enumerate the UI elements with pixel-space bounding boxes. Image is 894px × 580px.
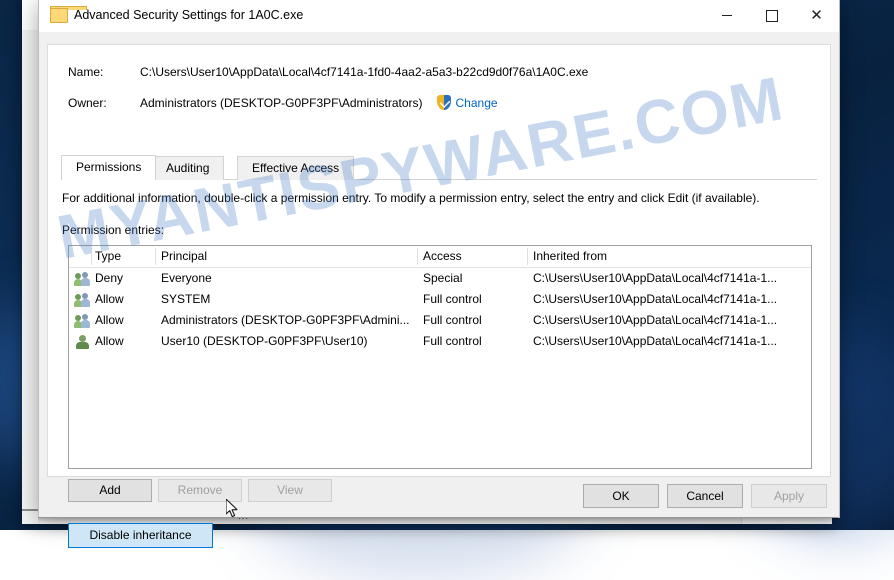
cell-inherited-from: C:\Users\User10\AppData\Local\4cf7141a-1… — [533, 292, 778, 306]
close-icon: ✕ — [810, 6, 823, 24]
tab-auditing[interactable]: Auditing — [151, 156, 225, 180]
cell-principal: SYSTEM — [161, 292, 211, 306]
group-icon — [74, 271, 90, 286]
cell-inherited-from: C:\Users\User10\AppData\Local\4cf7141a-1… — [533, 334, 778, 348]
owner-field-row: Owner: Administrators (DESKTOP-G0PF3PF\A… — [68, 95, 498, 110]
cell-access: Full control — [423, 313, 482, 327]
add-button[interactable]: Add — [68, 479, 152, 502]
folder-icon — [50, 6, 87, 23]
list-header: Type Principal Access Inherited from — [69, 246, 811, 268]
column-header-type[interactable]: Type — [95, 249, 121, 263]
cell-principal: Everyone — [161, 271, 212, 285]
cell-type: Deny — [95, 271, 124, 285]
minimize-button[interactable] — [704, 0, 749, 31]
dialog-body: Name: C:\Users\User10\AppData\Local\4cf7… — [39, 32, 839, 548]
user-icon — [74, 334, 90, 349]
remove-button[interactable]: Remove — [158, 479, 242, 502]
apply-button[interactable]: Apply — [751, 484, 827, 508]
tabstrip: Permissions Auditing Effective Access — [61, 155, 817, 180]
name-value: C:\Users\User10\AppData\Local\4cf7141a-1… — [140, 65, 589, 79]
table-row[interactable]: Allow User10 (DESKTOP-G0PF3PF\User10) Fu… — [69, 331, 811, 352]
column-header-inherited-from[interactable]: Inherited from — [533, 249, 607, 263]
owner-value: Administrators (DESKTOP-G0PF3PF\Administ… — [140, 95, 423, 110]
cell-inherited-from: C:\Users\User10\AppData\Local\4cf7141a-1… — [533, 313, 778, 327]
table-row[interactable]: Allow Administrators (DESKTOP-G0PF3PF\Ad… — [69, 310, 811, 331]
tab-permissions[interactable]: Permissions — [61, 155, 157, 180]
cell-inherited-from: C:\Users\User10\AppData\Local\4cf7141a-1… — [533, 271, 778, 285]
name-label: Name: — [68, 65, 104, 79]
maximize-icon — [765, 9, 778, 22]
group-icon — [74, 313, 90, 328]
cell-access: Special — [423, 271, 463, 285]
permission-entries-label: Permission entries: — [62, 223, 165, 237]
dialog-content-card: Name: C:\Users\User10\AppData\Local\4cf7… — [47, 44, 831, 548]
dialog-titlebar[interactable]: Advanced Security Settings for 1A0C.exe … — [39, 0, 839, 33]
info-text: For additional information, double-click… — [62, 191, 760, 205]
cell-type: Allow — [95, 292, 124, 306]
close-button[interactable]: ✕ — [794, 0, 839, 31]
tab-effective-access[interactable]: Effective Access — [237, 156, 355, 180]
cell-access: Full control — [423, 292, 482, 306]
column-header-access[interactable]: Access — [423, 249, 462, 263]
cell-type: Allow — [95, 313, 124, 327]
cell-type: Allow — [95, 334, 124, 348]
change-owner-link[interactable]: Change — [456, 96, 498, 110]
window-controls: ✕ — [704, 0, 839, 31]
shield-icon — [436, 95, 451, 110]
dialog-shadow — [38, 517, 838, 523]
cell-principal: User10 (DESKTOP-G0PF3PF\User10) — [161, 334, 368, 348]
group-icon — [74, 292, 90, 307]
table-row[interactable]: Allow SYSTEM Full control C:\Users\User1… — [69, 289, 811, 310]
maximize-button[interactable] — [749, 0, 794, 31]
table-row[interactable]: Deny Everyone Special C:\Users\User10\Ap… — [69, 268, 811, 289]
advanced-security-settings-dialog[interactable]: Advanced Security Settings for 1A0C.exe … — [38, 0, 840, 548]
view-button[interactable]: View — [248, 479, 332, 502]
owner-label: Owner: — [68, 95, 107, 110]
disable-inheritance-button[interactable]: Disable inheritance — [68, 523, 213, 548]
window-title: Advanced Security Settings for 1A0C.exe — [74, 8, 304, 22]
permission-entries-list[interactable]: Type Principal Access Inherited from Den… — [68, 245, 812, 469]
name-field-row: Name: C:\Users\User10\AppData\Local\4cf7… — [68, 65, 588, 79]
minimize-icon — [721, 15, 732, 16]
column-header-principal[interactable]: Principal — [161, 249, 207, 263]
cell-principal: Administrators (DESKTOP-G0PF3PF\Admini..… — [161, 313, 410, 327]
cell-access: Full control — [423, 334, 482, 348]
ok-button[interactable]: OK — [583, 484, 659, 508]
dialog-footer-buttons: OK Cancel Apply — [583, 484, 827, 508]
cancel-button[interactable]: Cancel — [667, 484, 743, 508]
